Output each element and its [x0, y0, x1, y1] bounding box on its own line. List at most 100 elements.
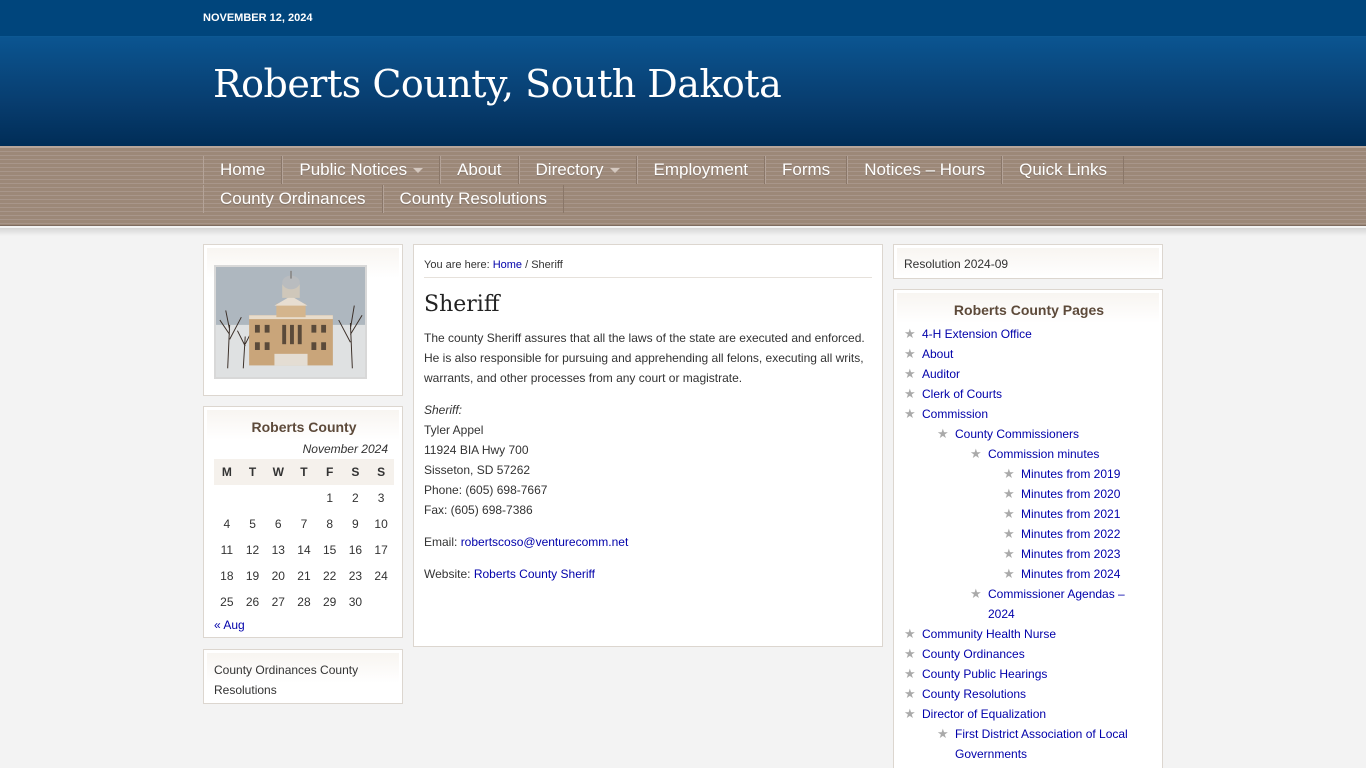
- list-item: ★ 4-H Extension Office: [904, 324, 1154, 344]
- main-navigation: Home Public Notices About Directory Employme…: [0, 146, 1366, 236]
- calendar-day: 17: [374, 543, 388, 557]
- calendar-day: 8: [326, 517, 333, 531]
- calendar-day: 21: [297, 569, 311, 583]
- page-link-4-h-extension-office[interactable]: 4-H Extension Office: [922, 327, 1032, 341]
- star-icon: ★: [1003, 506, 1015, 521]
- calendar-day: 27: [271, 595, 285, 609]
- page-link-minutes-from-2020[interactable]: Minutes from 2020: [1021, 487, 1120, 501]
- nav-item-label: Public Notices: [299, 160, 408, 179]
- page-link-community-health-nurse[interactable]: Community Health Nurse: [922, 627, 1056, 641]
- email-link[interactable]: robertscoso@venturecomm.net: [461, 535, 629, 549]
- calendar-table: MTWTFSS 1 2 3 4 5 6 7 8 9 10 11 12 13 14 15 16 17 18 19 20 2…: [214, 459, 394, 615]
- calendar-empty-day: [265, 485, 291, 511]
- page-link-director-of-equalization[interactable]: Director of Equalization: [922, 707, 1046, 721]
- star-icon: ★: [904, 326, 916, 341]
- calendar-day: 14: [297, 543, 311, 557]
- courthouse-photo: [214, 265, 367, 379]
- nav-item-employment[interactable]: Employment: [636, 156, 766, 184]
- email-row: Email: robertscoso@venturecomm.net: [424, 535, 629, 549]
- list-item: ★ Minutes from 2022: [904, 524, 1154, 544]
- star-icon: ★: [904, 686, 916, 701]
- nav-item-about[interactable]: About: [440, 156, 519, 184]
- calendar-weekday: S: [342, 459, 369, 485]
- site-title[interactable]: Roberts County, South Dakota: [213, 62, 782, 106]
- star-icon: ★: [904, 626, 916, 641]
- calendar-day: 22: [322, 569, 337, 583]
- page-link-county-resolutions[interactable]: County Resolutions: [922, 687, 1026, 701]
- sheriff-name: Tyler Appel: [424, 423, 484, 437]
- nav-item-county-resolutions[interactable]: County Resolutions: [382, 185, 564, 213]
- calendar-day: 10: [374, 517, 388, 531]
- nav-item-label: Forms: [782, 160, 831, 179]
- calendar-day: 13: [271, 543, 285, 557]
- page-link-commissioner-agendas-2024[interactable]: Commissioner Agendas – 2024: [988, 587, 1125, 621]
- calendar-day: 6: [274, 517, 282, 531]
- star-icon: ★: [1003, 486, 1015, 501]
- breadcrumb-home-link[interactable]: Home: [493, 259, 522, 271]
- breadcrumb-current: Sheriff: [531, 259, 563, 271]
- page-link-minutes-from-2019[interactable]: Minutes from 2019: [1021, 467, 1120, 481]
- star-icon: ★: [904, 366, 916, 381]
- county-pages-widget: Roberts County Pages ★ 4-H Extension Offi…: [893, 289, 1163, 768]
- star-icon: ★: [1003, 466, 1015, 481]
- calendar-day: 2: [352, 491, 359, 505]
- page-link-commission[interactable]: Commission: [922, 407, 988, 421]
- website-link[interactable]: Roberts County Sheriff: [474, 567, 595, 581]
- calendar-weekday: W: [265, 459, 292, 485]
- nav-row-secondary: County Ordinances County Resolutions: [203, 185, 564, 213]
- calendar-prev-month-link[interactable]: « Aug: [214, 618, 245, 632]
- calendar-day: 29: [322, 595, 337, 609]
- nav-item-notices-hours[interactable]: Notices – Hours: [847, 156, 1003, 184]
- page-link-about[interactable]: About: [922, 347, 953, 361]
- address-line-1: 11924 BIA Hwy 700: [424, 443, 529, 457]
- page-link-county-commissioners[interactable]: County Commissioners: [955, 427, 1079, 441]
- chevron-down-icon: [609, 168, 620, 174]
- page-link-minutes-from-2023[interactable]: Minutes from 2023: [1021, 547, 1120, 561]
- nav-item-public-notices[interactable]: Public Notices: [282, 156, 441, 184]
- contact-label: Sheriff:: [424, 403, 463, 417]
- fax-number: Fax: (605) 698-7386: [424, 503, 533, 517]
- calendar-month: November 2024: [302, 442, 388, 456]
- star-icon: ★: [970, 586, 982, 601]
- calendar-day: 28: [297, 595, 311, 609]
- page-link-minutes-from-2021[interactable]: Minutes from 2021: [1021, 507, 1120, 521]
- page-link-county-ordinances[interactable]: County Ordinances: [922, 647, 1025, 661]
- page-link-first-district-association-of-local-governments[interactable]: First District Association of Local Gove…: [955, 727, 1128, 761]
- sheriff-description: The county Sheriff assures that all the …: [424, 331, 865, 385]
- breadcrumb: You are here: Home / Sheriff: [424, 259, 563, 271]
- page-link-county-public-hearings[interactable]: County Public Hearings: [922, 667, 1047, 681]
- nav-item-county-ordinances[interactable]: County Ordinances: [203, 185, 383, 213]
- list-item: ★ Commission minutes: [904, 444, 1154, 464]
- page-link-minutes-from-2024[interactable]: Minutes from 2024: [1021, 567, 1120, 581]
- list-item: ★ Commission: [904, 404, 1154, 424]
- page-link-clerk-of-courts[interactable]: Clerk of Courts: [922, 387, 1002, 401]
- nav-item-label: County Resolutions: [399, 189, 547, 208]
- list-item: ★ Minutes from 2023: [904, 544, 1154, 564]
- calendar-title: Roberts County: [251, 419, 357, 435]
- site-header: Roberts County, South Dakota: [0, 37, 1366, 146]
- nav-item-home[interactable]: Home: [203, 156, 283, 184]
- nav-item-directory[interactable]: Directory: [518, 156, 637, 184]
- chevron-down-icon: [413, 168, 424, 174]
- star-icon: ★: [1003, 526, 1015, 541]
- calendar-empty-day: [240, 485, 266, 511]
- article-body: The county Sheriff assures that all the …: [424, 328, 874, 596]
- nav-item-label: Home: [220, 160, 266, 179]
- resolution-widget: Resolution 2024-09: [893, 244, 1163, 279]
- page-link-commission-minutes[interactable]: Commission minutes: [988, 447, 1099, 461]
- calendar-week: 4 5 6 7 8 9 10: [214, 511, 394, 537]
- current-date: NOVEMBER 12, 2024: [203, 12, 313, 24]
- nav-item-quick-links[interactable]: Quick Links: [1002, 156, 1124, 184]
- nav-item-label: Quick Links: [1019, 160, 1107, 179]
- list-item: ★ First District Association of Local Gov…: [904, 724, 1154, 764]
- nav-item-forms[interactable]: Forms: [765, 156, 848, 184]
- list-item: ★ Commissioner Agendas – 2024: [904, 584, 1154, 624]
- page-link-auditor[interactable]: Auditor: [922, 367, 960, 381]
- list-item: ★ Clerk of Courts: [904, 384, 1154, 404]
- page-link-minutes-from-2022[interactable]: Minutes from 2022: [1021, 527, 1120, 541]
- calendar-weekday: M: [214, 459, 240, 485]
- star-icon: ★: [904, 666, 916, 681]
- list-item: ★ County Public Hearings: [904, 664, 1154, 684]
- county-pages-list: ★ 4-H Extension Office ★ About ★ Auditor ★ Cler…: [904, 324, 1154, 764]
- calendar-day: 5: [249, 517, 256, 531]
